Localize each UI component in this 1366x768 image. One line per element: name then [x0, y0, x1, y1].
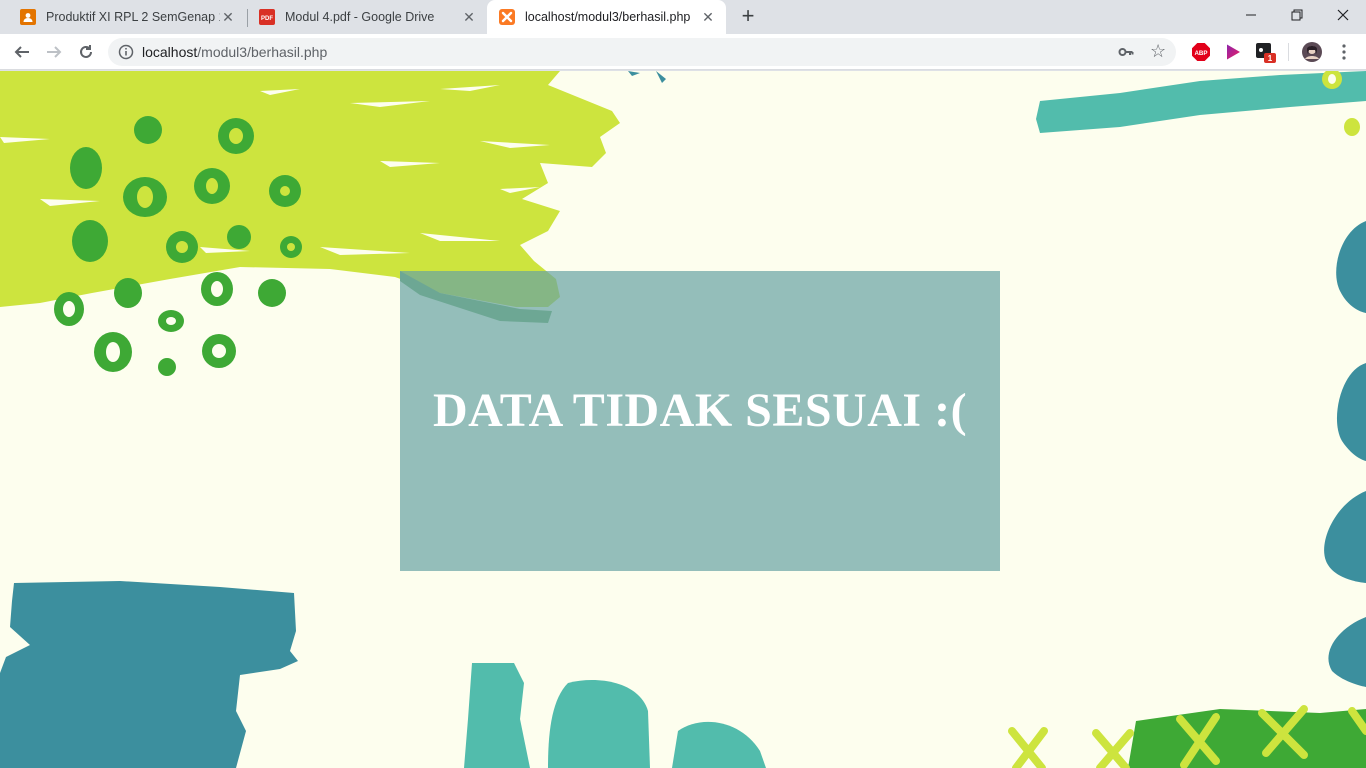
- svg-text:PDF: PDF: [261, 16, 273, 22]
- back-arrow-icon: [14, 46, 29, 58]
- teal-brush-bottom: [548, 680, 650, 768]
- avatar[interactable]: [1302, 42, 1322, 62]
- lime-dot: [1328, 74, 1336, 84]
- page-viewport: DATA TIDAK SESUAI :(: [0, 71, 1366, 768]
- teal-brush-bottom: [464, 663, 530, 768]
- tab-strip: Produktif XI RPL 2 SemGenap 18 ✕ PDF Mod…: [0, 0, 1366, 34]
- back-button[interactable]: [8, 38, 36, 66]
- teal-brush-top-right: [1036, 71, 1366, 133]
- play-extension-icon[interactable]: [1224, 43, 1242, 61]
- kebab-menu-icon: [1342, 44, 1346, 60]
- new-tab-button[interactable]: +: [736, 5, 760, 29]
- adblock-plus-icon[interactable]: ABP: [1192, 43, 1210, 61]
- tab-title: Produktif XI RPL 2 SemGenap 18: [46, 10, 220, 24]
- abp-label: ABP: [1194, 50, 1207, 57]
- green-brush-bottom-right: [1128, 709, 1366, 768]
- tab-modul4-pdf[interactable]: PDF Modul 4.pdf - Google Drive ✕: [247, 0, 487, 34]
- lime-dot: [1344, 118, 1360, 136]
- key-icon[interactable]: [1118, 44, 1134, 60]
- bookmark-star-icon[interactable]: ☆: [1150, 42, 1166, 60]
- petrol-brush-bottom-left: [0, 581, 298, 768]
- url-host: localhost: [142, 44, 198, 60]
- pdf-icon: PDF: [259, 9, 275, 25]
- reload-button[interactable]: [72, 38, 100, 66]
- toolbar-divider: [1288, 43, 1289, 61]
- url-path: /modul3/berhasil.php: [197, 44, 328, 60]
- tab-produktif[interactable]: Produktif XI RPL 2 SemGenap 18 ✕: [8, 0, 246, 34]
- address-bar[interactable]: localhost/modul3/berhasil.php ☆: [108, 38, 1176, 66]
- tab-title: localhost/modul3/berhasil.php: [525, 10, 691, 24]
- tab-title: Modul 4.pdf - Google Drive: [285, 10, 435, 24]
- classroom-icon: [20, 9, 36, 25]
- petrol-blobs-right: [1324, 221, 1366, 687]
- close-tab-icon[interactable]: ✕: [220, 9, 236, 25]
- close-tab-icon[interactable]: ✕: [461, 9, 477, 25]
- teal-brush-bottom: [672, 721, 766, 768]
- close-window-button[interactable]: [1320, 0, 1366, 30]
- browser-toolbar: localhost/modul3/berhasil.php ☆ ABP 1: [0, 34, 1366, 70]
- teal-tick: [628, 71, 666, 83]
- message-card: DATA TIDAK SESUAI :(: [400, 271, 1000, 571]
- close-tab-icon[interactable]: ✕: [700, 9, 716, 25]
- extension-badge-icon[interactable]: 1: [1256, 43, 1276, 63]
- reload-icon: [80, 45, 92, 58]
- forward-button[interactable]: [40, 38, 68, 66]
- extension-badge-count: 1: [1268, 54, 1273, 63]
- error-message: DATA TIDAK SESUAI :(: [432, 384, 968, 437]
- menu-button[interactable]: [1330, 38, 1358, 66]
- xampp-icon: [499, 9, 515, 25]
- tab-berhasil[interactable]: localhost/modul3/berhasil.php ✕: [487, 0, 726, 34]
- restore-button[interactable]: [1274, 0, 1320, 30]
- url-text[interactable]: localhost/modul3/berhasil.php: [142, 44, 327, 60]
- site-info-icon[interactable]: [118, 44, 134, 60]
- forward-arrow-icon: [47, 46, 62, 58]
- minimize-button[interactable]: [1228, 0, 1274, 30]
